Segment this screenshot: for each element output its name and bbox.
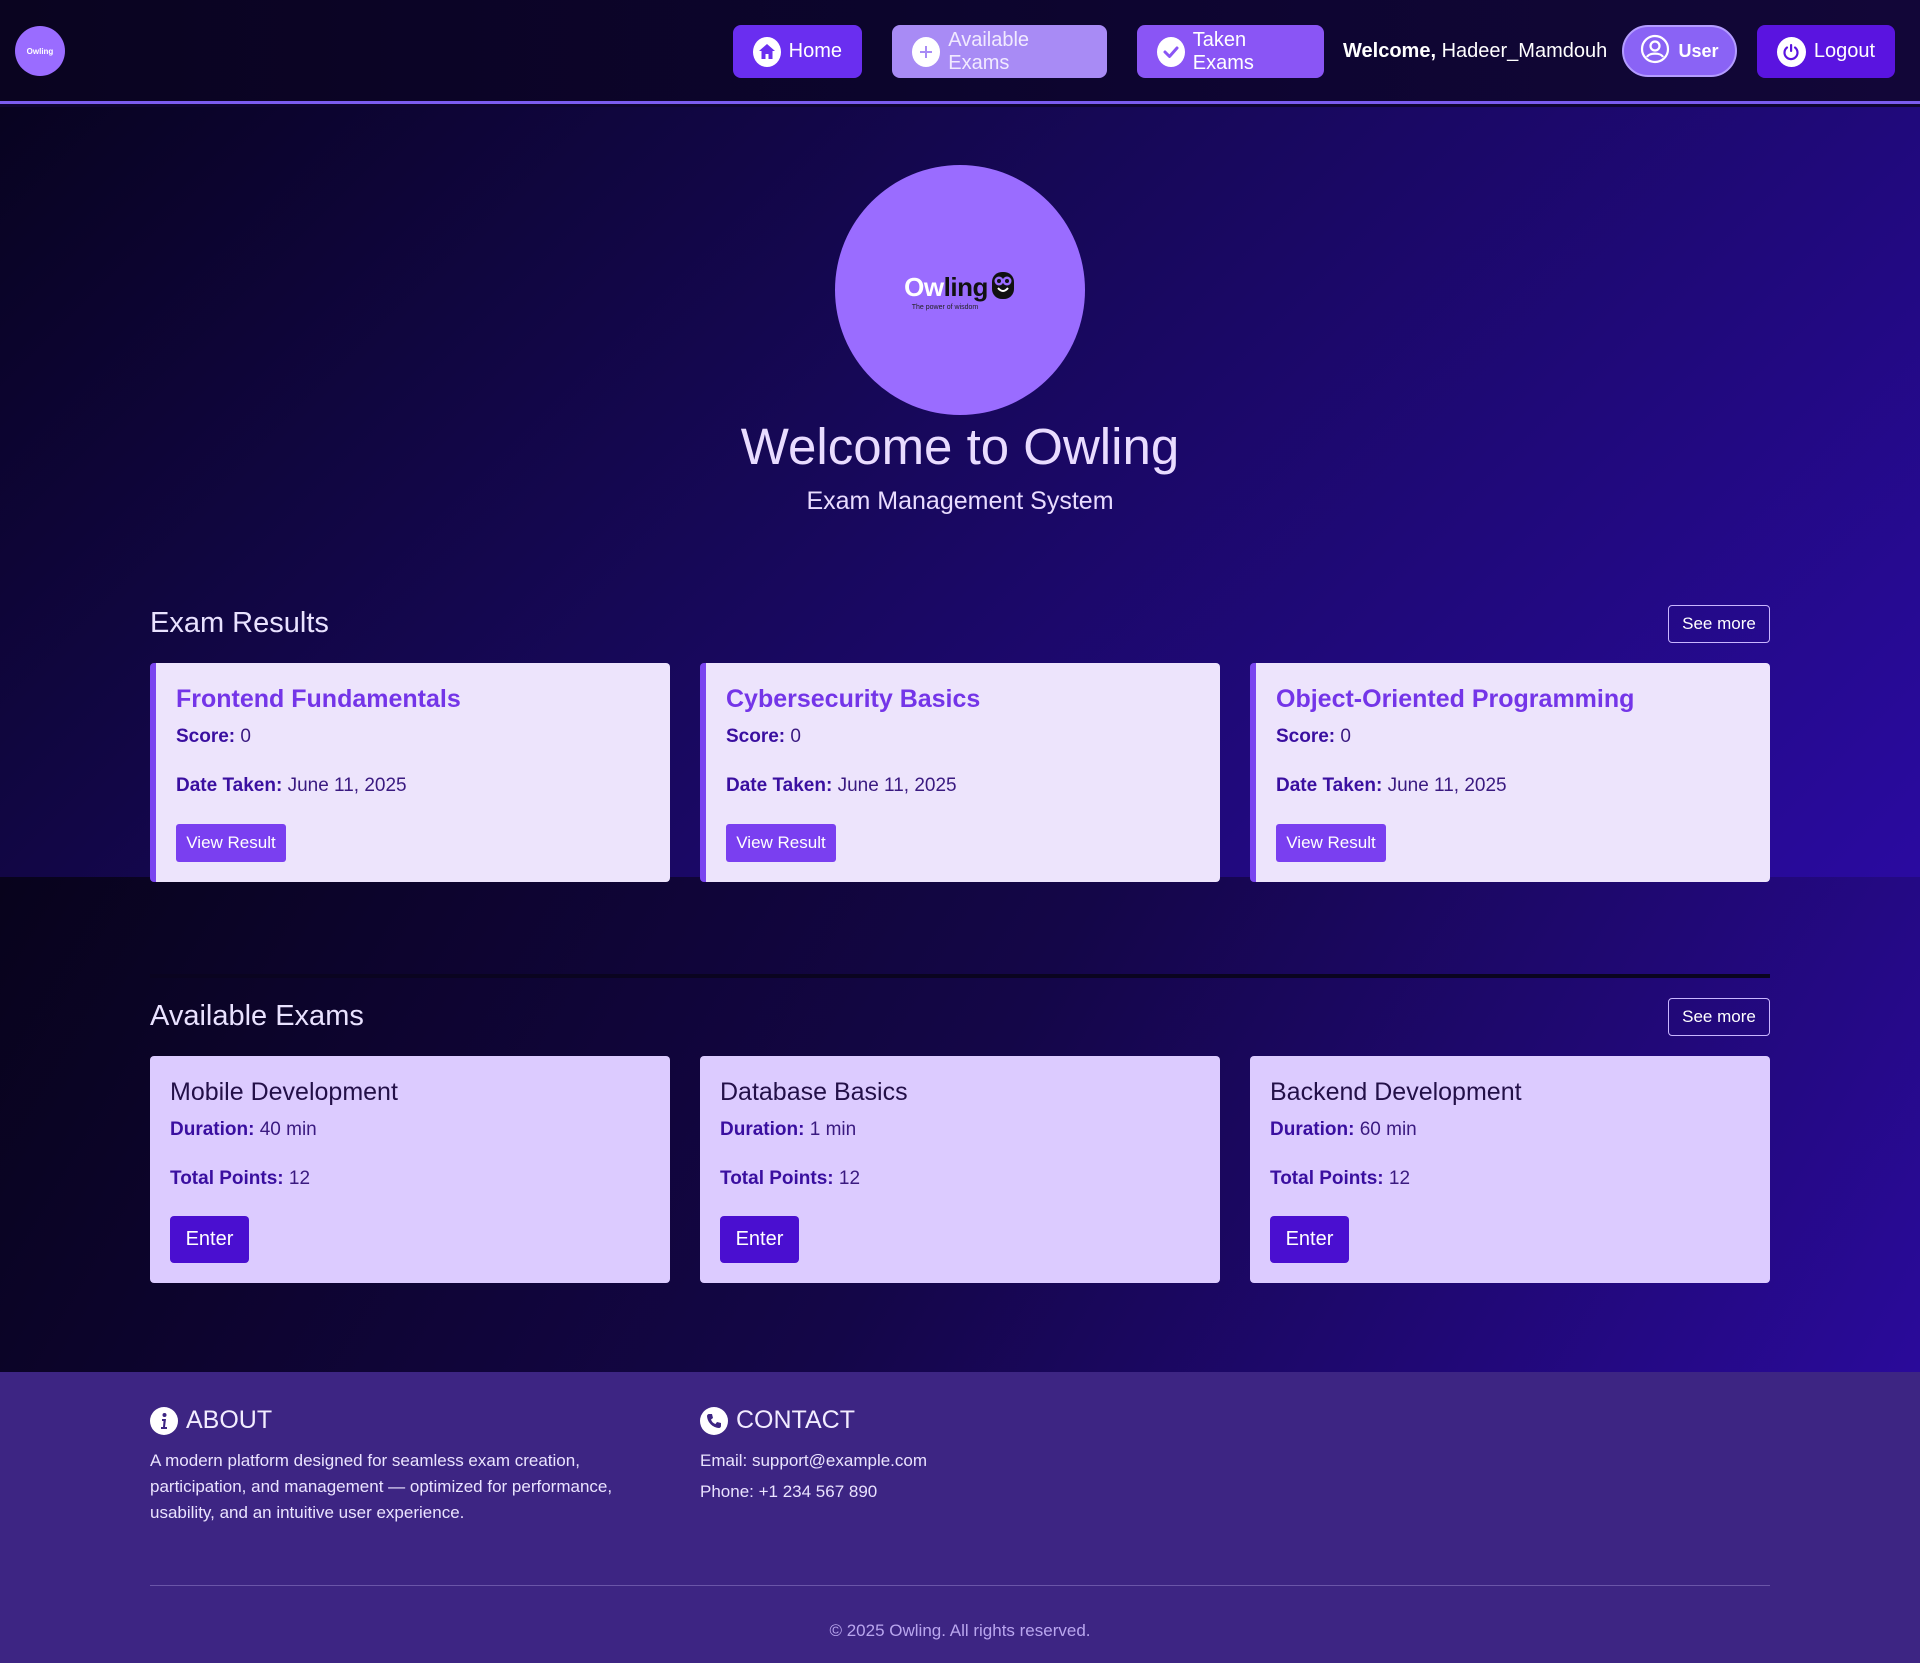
view-result-button[interactable]: View Result: [726, 824, 836, 862]
navbar: Owling Home Available Exams Taken Exams …: [0, 0, 1920, 104]
hero-logo: Owling The power of wisdom: [835, 165, 1085, 415]
result-score: Score: 0: [1276, 726, 1351, 747]
result-score: Score: 0: [726, 726, 801, 747]
exam-card-title: Database Basics: [720, 1078, 908, 1106]
result-date: Date Taken: June 11, 2025: [726, 775, 957, 796]
nav-logo-text: Owling: [26, 46, 54, 56]
about-heading: ABOUT: [150, 1406, 272, 1435]
available-exams-title: Available Exams: [150, 1000, 364, 1032]
check-circle-icon: [1157, 36, 1185, 67]
brand-word-light: Ow: [904, 272, 944, 302]
copyright: © 2025 Owling. All rights reserved.: [829, 1621, 1091, 1640]
result-card: Cybersecurity Basics Score: 0 Date Taken…: [700, 663, 1220, 882]
welcome-prefix: Welcome,: [1343, 40, 1436, 62]
taken-exams-label: Taken Exams: [1192, 28, 1254, 74]
exam-points: Total Points: 12: [170, 1168, 311, 1189]
owl-icon: [990, 269, 1016, 306]
result-card-title: Object-Oriented Programming: [1276, 685, 1635, 713]
exam-results-title: Exam Results: [150, 607, 329, 639]
enter-exam-button[interactable]: Enter: [1270, 1216, 1349, 1263]
contact-title: CONTACT: [736, 1406, 855, 1434]
available-exams-button[interactable]: Available Exams: [892, 25, 1107, 78]
enter-exam-button[interactable]: Enter: [170, 1216, 249, 1263]
exam-card-title: Mobile Development: [170, 1078, 398, 1106]
contact-email[interactable]: Email: support@example.com: [700, 1448, 927, 1474]
contact-heading: CONTACT: [700, 1406, 855, 1435]
user-button[interactable]: User: [1622, 25, 1737, 77]
result-card: Object-Oriented Programming Score: 0 Dat…: [1250, 663, 1770, 882]
info-icon: [150, 1406, 178, 1435]
exam-points: Total Points: 12: [720, 1168, 861, 1189]
exam-duration: Duration: 40 min: [170, 1119, 317, 1140]
brand-logo: Owling: [904, 269, 1016, 306]
result-date: Date Taken: June 11, 2025: [176, 775, 407, 796]
available-see-more-button[interactable]: See more: [1668, 998, 1770, 1036]
taken-exams-button[interactable]: Taken Exams: [1137, 25, 1324, 78]
user-icon: [1640, 34, 1670, 69]
view-result-button[interactable]: View Result: [1276, 824, 1386, 862]
home-icon: [753, 36, 781, 67]
about-text: A modern platform designed for seamless …: [150, 1451, 613, 1522]
exam-card-title: Backend Development: [1270, 1078, 1522, 1106]
brand-word-end: ing: [950, 272, 988, 302]
footer: ABOUT A modern platform designed for sea…: [0, 1372, 1920, 1663]
plus-circle-icon: [912, 36, 941, 67]
exam-points: Total Points: 12: [1270, 1168, 1411, 1189]
username: Hadeer_Mamdouh: [1441, 40, 1608, 62]
home-button[interactable]: Home: [733, 25, 862, 78]
home-label: Home: [788, 40, 842, 62]
result-card: Frontend Fundamentals Score: 0 Date Take…: [150, 663, 670, 882]
result-card-title: Cybersecurity Basics: [726, 685, 981, 713]
page-title: Welcome to Owling: [740, 418, 1180, 475]
phone-icon: [700, 1406, 728, 1435]
nav-logo[interactable]: Owling: [15, 26, 65, 76]
exam-card: Database Basics Duration: 1 min Total Po…: [700, 1056, 1220, 1283]
exam-card: Mobile Development Duration: 40 min Tota…: [150, 1056, 670, 1283]
page-subtitle: Exam Management System: [806, 487, 1114, 515]
result-score: Score: 0: [176, 726, 251, 747]
exam-duration: Duration: 60 min: [1270, 1119, 1417, 1140]
result-card-title: Frontend Fundamentals: [176, 685, 461, 713]
about-title: ABOUT: [186, 1406, 273, 1434]
brand-tagline: The power of wisdom: [911, 304, 979, 311]
logout-button[interactable]: Logout: [1757, 25, 1895, 78]
results-see-more-button[interactable]: See more: [1668, 605, 1770, 643]
logout-label: Logout: [1813, 40, 1875, 62]
exam-card: Backend Development Duration: 60 min Tot…: [1250, 1056, 1770, 1283]
contact-phone[interactable]: Phone: +1 234 567 890: [700, 1479, 877, 1505]
result-date: Date Taken: June 11, 2025: [1276, 775, 1507, 796]
enter-exam-button[interactable]: Enter: [720, 1216, 799, 1263]
footer-divider: [150, 1585, 1770, 1586]
welcome-text: Welcome, Hadeer_Mamdouh: [1343, 40, 1607, 63]
section-divider: [150, 974, 1770, 978]
user-label: User: [1678, 40, 1719, 61]
available-exams-label: Available Exams: [948, 28, 1030, 74]
power-icon: [1777, 36, 1806, 67]
exam-duration: Duration: 1 min: [720, 1119, 857, 1140]
view-result-button[interactable]: View Result: [176, 824, 286, 862]
